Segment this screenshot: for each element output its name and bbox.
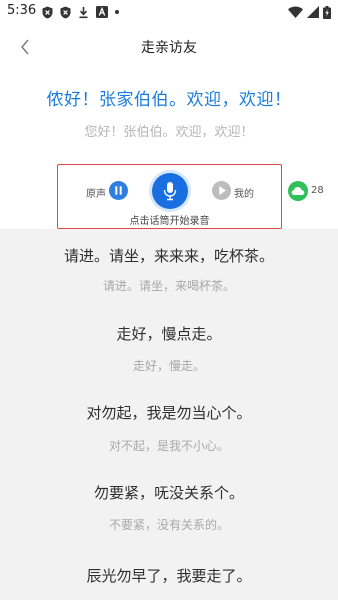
cloud-button[interactable] xyxy=(288,181,308,201)
shield-x-icon xyxy=(60,6,71,18)
phrase-translation: 走好，慢走。 xyxy=(132,359,205,373)
cloud-icon xyxy=(291,187,305,195)
page-title: 走亲访友 xyxy=(141,40,197,56)
my-recording-button[interactable] xyxy=(212,181,231,200)
phrase-sentence[interactable]: 勿要紧，呒没关系个。 xyxy=(0,482,338,503)
phrase-sentence[interactable]: 请进。请坐，来来来，吃杯茶。 xyxy=(0,245,338,266)
phrase-translation: 对不起，是我不小心。 xyxy=(108,439,229,453)
record-hint: 点击话筒开始录音 xyxy=(129,216,210,227)
original-audio-button[interactable] xyxy=(109,181,128,200)
cloud-count: 28 xyxy=(311,185,324,196)
microphone-icon xyxy=(163,182,177,201)
phrase-sentence[interactable]: 辰光勿早了，我要走了。 xyxy=(0,565,338,586)
current-translation: 您好！张伯伯。欢迎，欢迎！ xyxy=(84,125,254,140)
phrase-translation: 请进。请坐，来喝杯茶。 xyxy=(102,279,235,293)
a-box-icon xyxy=(96,6,108,18)
status-icons-right xyxy=(288,5,331,19)
status-bar: 5:36 xyxy=(0,0,338,24)
signal-icon xyxy=(307,6,319,18)
play-icon xyxy=(219,186,226,195)
phrase-translation: 不要紧，没有关系的。 xyxy=(108,518,229,532)
status-icons-left xyxy=(42,5,119,19)
pause-icon xyxy=(115,186,122,195)
phrase-sentence[interactable]: 走好，慢点走。 xyxy=(0,323,338,344)
microphone-button[interactable] xyxy=(152,173,188,209)
shield-x-icon xyxy=(42,6,53,18)
download-icon xyxy=(79,6,88,18)
battery-icon xyxy=(323,5,331,19)
phrase-list[interactable]: 请进。请坐，来来来，吃杯茶。 请进。请坐，来喝杯茶。 走好，慢点走。 走好，慢走… xyxy=(0,229,338,600)
nav-bar: 走亲访友 xyxy=(0,24,338,70)
wifi-icon xyxy=(288,6,303,18)
my-recording-label: 我的 xyxy=(234,189,254,200)
status-time: 5:36 xyxy=(7,3,37,18)
current-sentence: 侬好！张家伯伯。欢迎，欢迎！ xyxy=(46,90,292,110)
recording-panel: 原声 我的 点击话筒开始录音 xyxy=(57,164,282,229)
original-audio-label: 原声 xyxy=(86,189,106,200)
dot-icon xyxy=(115,10,119,14)
phrase-sentence[interactable]: 对勿起，我是勿当心个。 xyxy=(0,402,338,423)
